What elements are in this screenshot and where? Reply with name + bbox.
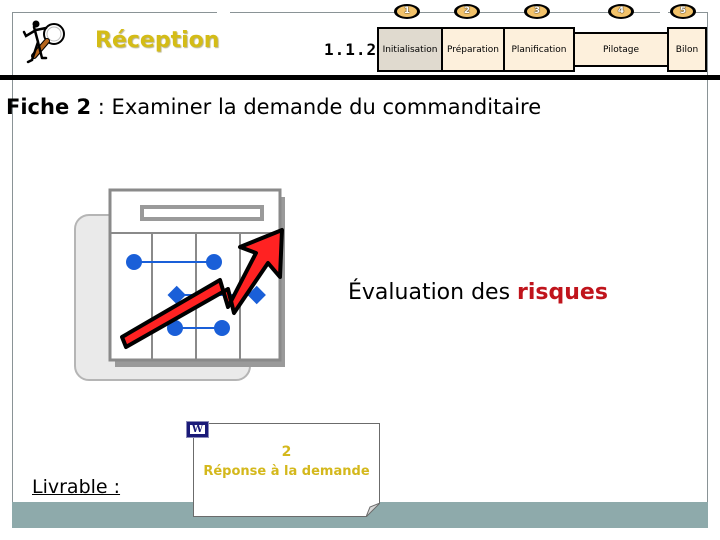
- step-bilan[interactable]: Bilon: [667, 27, 707, 72]
- step-badge-1: 1: [394, 4, 420, 19]
- step-planification[interactable]: Planification: [503, 27, 575, 72]
- deliverable-doc-title: Réponse à la demande: [203, 464, 370, 479]
- step-badge-4: 4: [608, 4, 634, 19]
- frame-right-border: [707, 12, 708, 528]
- page-curl-icon: [366, 503, 380, 517]
- fiche-separator: :: [91, 95, 112, 119]
- step-badge-5: 5: [670, 4, 696, 19]
- step-pilotage[interactable]: Pilotage: [573, 32, 669, 67]
- word-document-icon[interactable]: W: [186, 421, 209, 438]
- deliverable-label: Livrable :: [32, 476, 121, 498]
- magnifier-figure-icon: [22, 20, 65, 64]
- deliverable-document-card[interactable]: 2 Réponse à la demande: [193, 423, 380, 517]
- fiche-title: Examiner la demande du commanditaire: [111, 95, 542, 119]
- evaluation-text: Évaluation des risques: [348, 280, 608, 305]
- step-initialisation[interactable]: Initialisation: [377, 27, 443, 72]
- evaluation-highlight: risques: [517, 280, 608, 305]
- step-preparation[interactable]: Préparation: [441, 27, 505, 72]
- deliverable-doc-number: 2: [281, 444, 292, 460]
- fiche-prefix: Fiche 2: [6, 95, 92, 119]
- section-title: Réception: [95, 28, 220, 53]
- risk-chart-arrow-icon: [74, 188, 285, 381]
- header-divider: [0, 75, 720, 80]
- step-badge-2: 2: [454, 4, 480, 19]
- step-badge-3: 3: [524, 4, 550, 19]
- frame-top-border: [12, 12, 217, 13]
- evaluation-label: Évaluation des: [348, 280, 518, 305]
- fiche-heading: Fiche 2 : Examiner la demande du command…: [6, 95, 541, 119]
- frame-top-border-right: [230, 12, 660, 13]
- frame-left-border: [12, 12, 13, 528]
- section-number: 1.1.2: [324, 40, 378, 59]
